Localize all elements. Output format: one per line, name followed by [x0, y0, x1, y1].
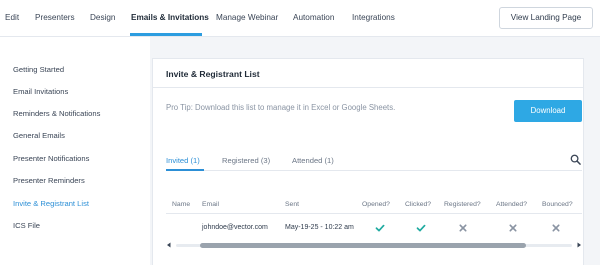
sidebar-item-general-emails[interactable]: General Emails: [13, 131, 65, 140]
sidebar: Getting Started Email Invitations Remind…: [0, 37, 150, 265]
sidebar-item-getting-started[interactable]: Getting Started: [13, 65, 64, 74]
opened-check-icon: [375, 224, 385, 232]
tab-presenters[interactable]: Presenters: [35, 13, 75, 22]
horizontal-scrollbar[interactable]: [166, 241, 582, 249]
column-header-attended[interactable]: Attended?: [496, 201, 527, 208]
column-header-registered[interactable]: Registered?: [444, 201, 481, 208]
subtab-registered[interactable]: Registered (3): [222, 156, 270, 165]
sidebar-item-presenter-reminders[interactable]: Presenter Reminders: [13, 176, 85, 185]
sidebar-item-invite-registrant-list[interactable]: Invite & Registrant List: [13, 199, 89, 208]
tab-manage-webinar[interactable]: Manage Webinar: [216, 13, 278, 22]
cell-sent: May-19-25 - 10:22 am: [285, 224, 354, 231]
sidebar-item-presenter-notifications[interactable]: Presenter Notifications: [13, 154, 89, 163]
column-header-opened[interactable]: Opened?: [362, 201, 390, 208]
scrollbar-thumb[interactable]: [200, 243, 526, 248]
sidebar-item-reminders-notifications[interactable]: Reminders & Notifications: [13, 109, 100, 118]
column-header-clicked[interactable]: Clicked?: [405, 201, 431, 208]
panel-header: Invite & Registrant List: [153, 59, 583, 88]
search-icon[interactable]: [570, 154, 581, 165]
view-landing-page-button[interactable]: View Landing Page: [499, 7, 593, 29]
attended-x-icon: [509, 224, 517, 232]
tab-design[interactable]: Design: [90, 13, 116, 22]
active-tab-indicator: [130, 33, 202, 36]
scroll-right-arrow-icon[interactable]: [576, 242, 582, 248]
active-subtab-indicator: [166, 169, 204, 171]
subtab-divider: [166, 170, 582, 171]
header-divider: [166, 213, 582, 214]
pro-tip-text: Pro Tip: Download this list to manage it…: [166, 103, 396, 112]
invite-registrant-panel: Invite & Registrant List Pro Tip: Downlo…: [152, 58, 584, 265]
tab-emails-invitations[interactable]: Emails & Invitations: [131, 13, 209, 22]
sidebar-item-ics-file[interactable]: ICS File: [13, 221, 40, 230]
tab-edit[interactable]: Edit: [5, 13, 19, 22]
clicked-check-icon: [416, 224, 426, 232]
download-button[interactable]: Download: [514, 100, 582, 122]
subtab-invited[interactable]: Invited (1): [166, 156, 200, 165]
tab-integrations[interactable]: Integrations: [352, 13, 395, 22]
bounced-x-icon: [552, 224, 560, 232]
scroll-left-arrow-icon[interactable]: [166, 242, 172, 248]
panel-title: Invite & Registrant List: [166, 69, 260, 79]
registered-x-icon: [459, 224, 467, 232]
top-nav: Edit Presenters Design Emails & Invitati…: [0, 0, 600, 37]
tab-automation[interactable]: Automation: [293, 13, 334, 22]
column-header-bounced[interactable]: Bounced?: [542, 201, 573, 208]
subtab-attended[interactable]: Attended (1): [292, 156, 334, 165]
column-header-sent[interactable]: Sent: [285, 201, 299, 208]
cell-email: johndoe@vector.com: [202, 224, 268, 231]
column-header-name[interactable]: Name: [172, 201, 190, 208]
column-header-email[interactable]: Email: [202, 201, 219, 208]
sidebar-item-email-invitations[interactable]: Email Invitations: [13, 87, 68, 96]
